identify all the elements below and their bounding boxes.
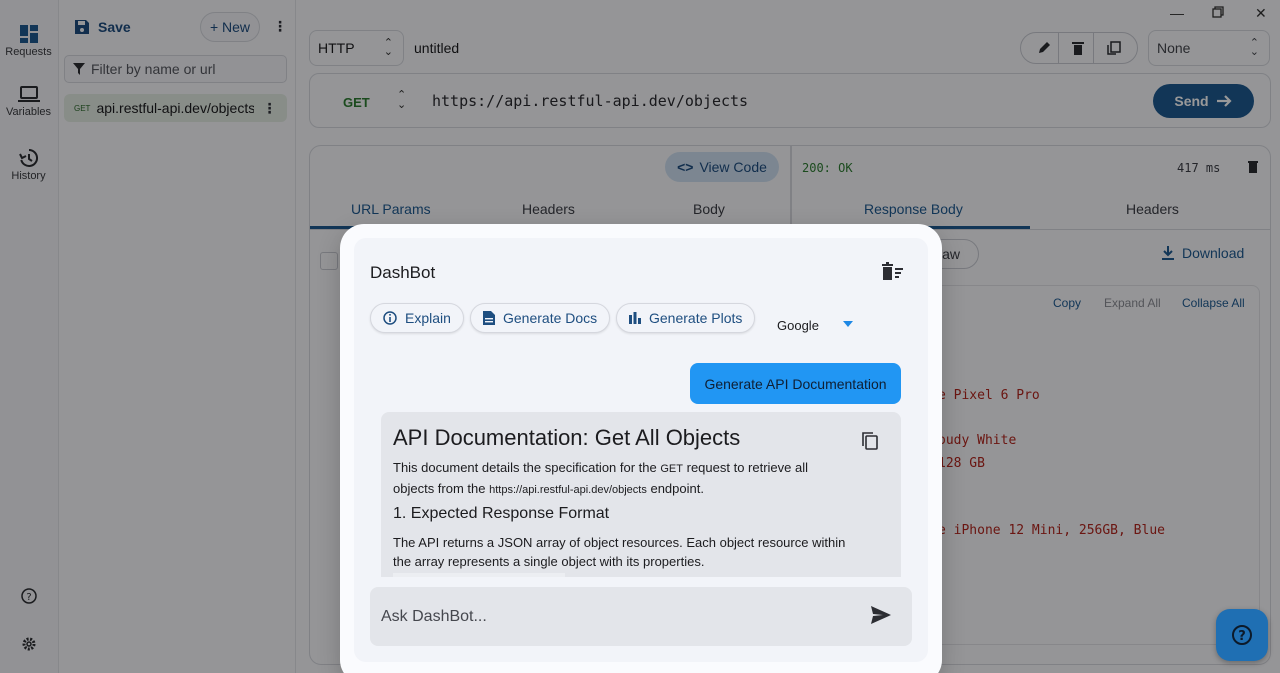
- generate-docs-chip[interactable]: Generate Docs: [470, 303, 611, 333]
- dropdown-arrow-icon[interactable]: [843, 321, 853, 327]
- ask-input[interactable]: [381, 607, 841, 626]
- generate-plots-label: Generate Plots: [649, 310, 743, 326]
- bot-message: API Documentation: Get All Objects This …: [381, 412, 901, 577]
- bot-heading: API Documentation: Get All Objects: [393, 425, 741, 450]
- svg-text:?: ?: [1238, 629, 1246, 644]
- bot-paragraph: The API returns a JSON array of object r…: [393, 535, 846, 569]
- generate-docs-label: Generate Docs: [503, 310, 598, 326]
- explain-label: Explain: [405, 310, 451, 326]
- document-icon: [483, 311, 495, 325]
- bot-subheading: 1. Expected Response Format: [393, 505, 610, 522]
- ask-field[interactable]: [370, 587, 912, 646]
- provider-select[interactable]: Google: [777, 318, 819, 333]
- user-message: Generate API Documentation: [690, 363, 901, 404]
- bot-paragraph: This document details the specification …: [393, 460, 809, 496]
- clear-chat-icon[interactable]: [882, 262, 904, 285]
- help-icon: ?: [1232, 625, 1252, 645]
- generate-plots-chip[interactable]: Generate Plots: [616, 303, 756, 333]
- info-icon: [383, 311, 397, 325]
- bar-chart-icon: [629, 312, 641, 324]
- dashbot-fab[interactable]: ?: [1216, 609, 1268, 661]
- dashbot-title: DashBot: [370, 263, 436, 282]
- copy-icon[interactable]: [862, 432, 878, 453]
- explain-chip[interactable]: Explain: [370, 303, 464, 333]
- ask-send-icon[interactable]: [870, 605, 892, 628]
- code-block-stub: [393, 573, 565, 577]
